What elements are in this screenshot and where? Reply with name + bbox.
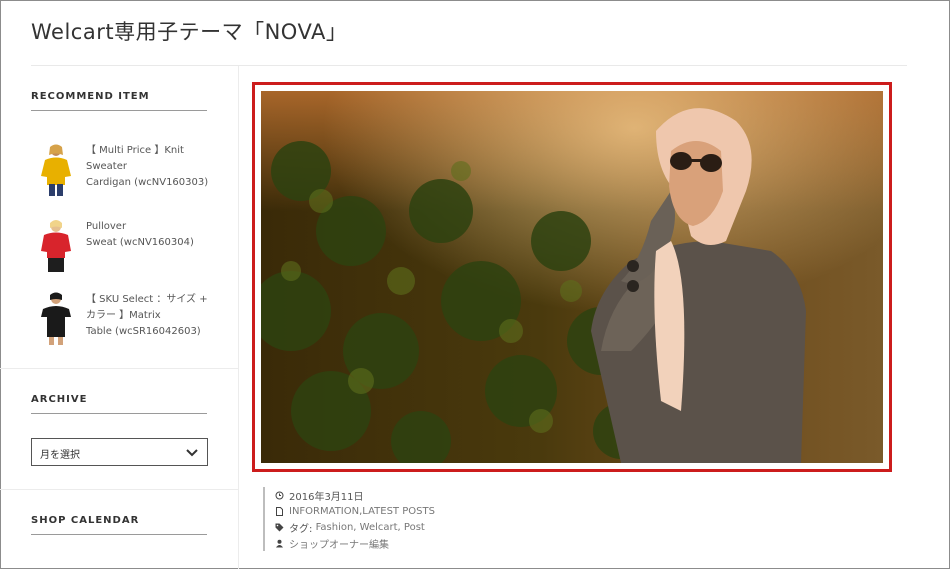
recommend-item[interactable]: 【 Multi Price 】Knit Sweater Cardigan (wc…	[35, 143, 230, 199]
recommend-item[interactable]: Pullover Sweat (wcNV160304)	[35, 219, 230, 275]
post-tags-label: タグ:	[289, 523, 313, 535]
post-categories-link[interactable]: INFORMATION,LATEST POSTS	[289, 506, 435, 517]
chevron-down-icon	[186, 449, 198, 457]
archive-widget-title: ARCHIVE	[31, 394, 88, 405]
recommend-item-text[interactable]: 【 SKU Select ：サイズ + カラー 】Matrix Table (w…	[86, 292, 236, 340]
recommend-title-rule	[31, 110, 207, 111]
recommend-widget-title: RECOMMEND ITEM	[31, 91, 150, 102]
post-author-row: ショップオーナー編集	[275, 535, 563, 551]
calendar-widget-title: SHOP CALENDAR	[31, 515, 140, 526]
post-date-row: 2016年3月11日	[275, 487, 563, 503]
recommend-item-text[interactable]: 【 Multi Price 】Knit Sweater Cardigan (wc…	[86, 143, 236, 191]
featured-image-frame[interactable]	[251, 82, 892, 472]
site-title[interactable]: Welcart専用子テーマ「NOVA」	[31, 16, 347, 46]
recommend-item[interactable]: 【 SKU Select ：サイズ + カラー 】Matrix Table (w…	[35, 292, 230, 348]
widget-separator	[0, 368, 238, 369]
document-icon	[276, 506, 283, 516]
archive-select-value: 月を選択	[40, 450, 80, 461]
user-icon	[276, 539, 283, 547]
archive-title-rule	[31, 413, 207, 414]
post-meta: 2016年3月11日 INFORMATION,LATEST POSTS タグ: …	[263, 487, 563, 551]
post-date: 2016年3月11日	[289, 491, 364, 503]
featured-image[interactable]	[251, 91, 883, 471]
widget-separator	[0, 489, 238, 490]
sidebar: RECOMMEND ITEM 【 Multi Price 】Knit Sweat…	[0, 66, 239, 569]
post-tags-row: タグ: Fashion, Welcart, Post	[275, 519, 563, 535]
product-thumb-knit-cardigan[interactable]	[35, 143, 77, 197]
tag-icon	[275, 523, 284, 531]
recommend-item-text[interactable]: Pullover Sweat (wcNV160304)	[86, 219, 236, 251]
post-tags-links[interactable]: Fashion, Welcart, Post	[316, 522, 425, 533]
calendar-title-rule	[31, 534, 207, 535]
archive-month-select[interactable]: 月を選択	[31, 438, 208, 466]
post-category-row: INFORMATION,LATEST POSTS	[275, 503, 563, 519]
post-author-link[interactable]: ショップオーナー編集	[289, 536, 389, 551]
clock-icon	[275, 491, 284, 499]
product-thumb-sku-matrix[interactable]	[35, 292, 77, 346]
product-thumb-pullover-sweat[interactable]	[35, 219, 77, 273]
